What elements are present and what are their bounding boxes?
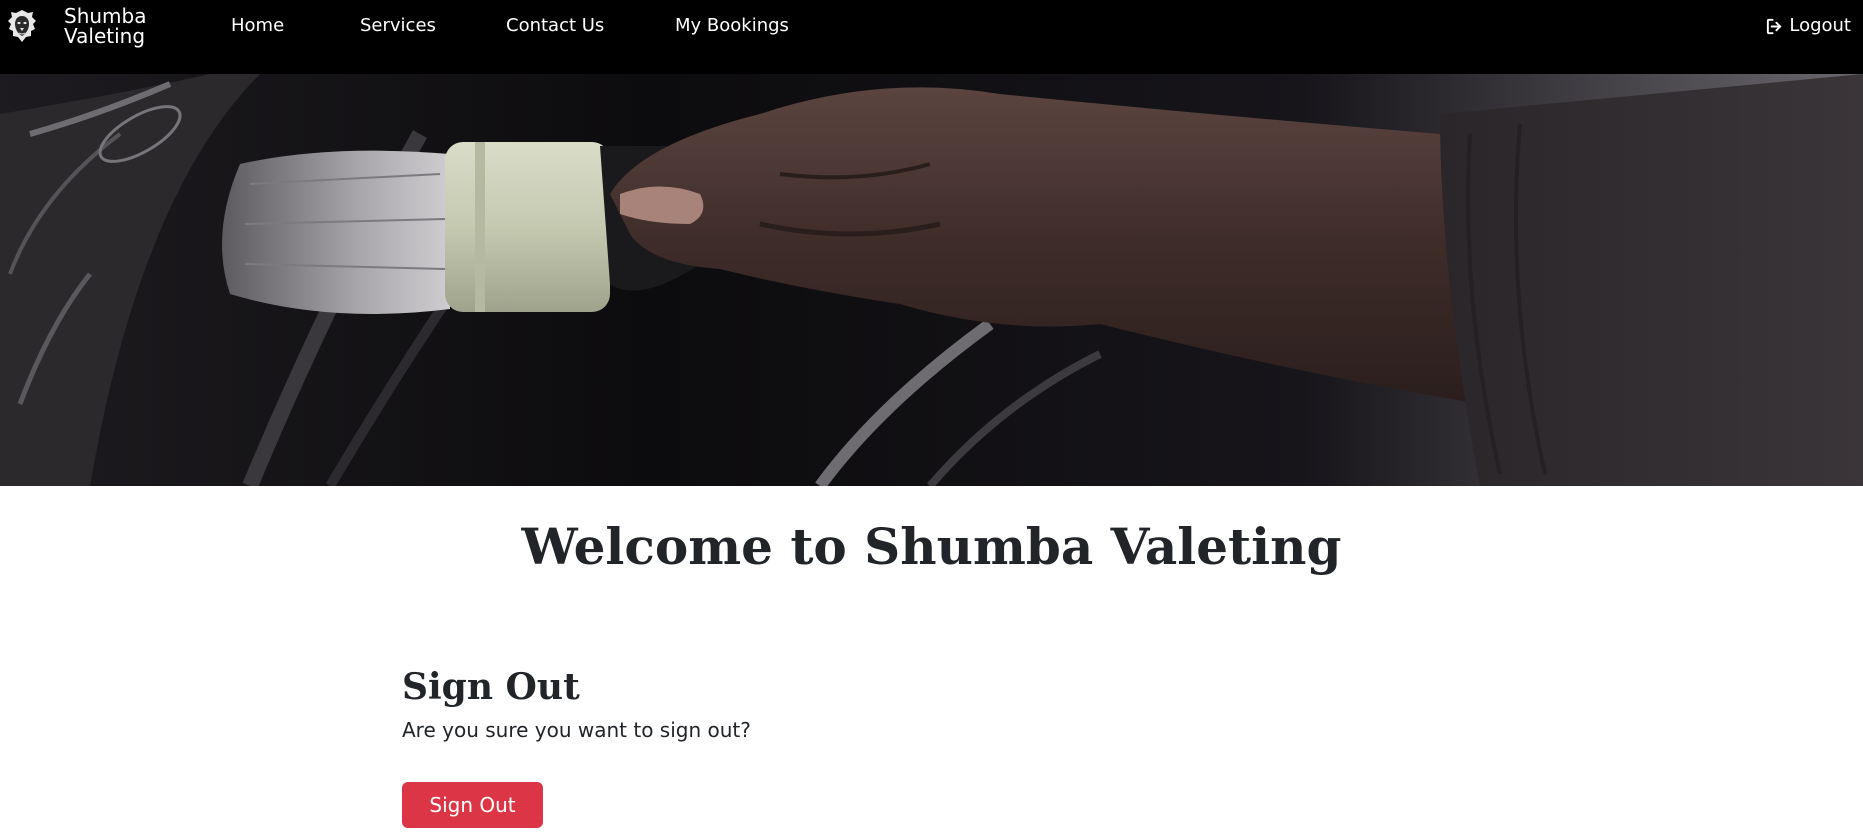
logout-icon (1765, 17, 1784, 36)
signout-title: Sign Out (402, 666, 580, 708)
nav-my-bookings[interactable]: My Bookings (675, 14, 789, 38)
nav-services[interactable]: Services (360, 14, 436, 38)
top-navbar: Shumba Valeting Home Services Contact Us… (0, 0, 1863, 74)
nav-contact-us[interactable]: Contact Us (506, 14, 604, 38)
logout-link[interactable]: Logout (1765, 14, 1851, 38)
welcome-heading: Welcome to Shumba Valeting (521, 517, 1342, 576)
nav-home[interactable]: Home (231, 14, 284, 38)
signout-section: Sign Out Are you sure you want to sign o… (402, 664, 1302, 828)
logout-label: Logout (1789, 15, 1851, 36)
sign-out-button[interactable]: Sign Out (402, 782, 543, 828)
lion-icon (6, 7, 38, 45)
brand-name: Shumba Valeting (64, 4, 147, 48)
hero-image (0, 74, 1863, 486)
signout-prompt: Are you sure you want to sign out? (402, 718, 751, 742)
brand[interactable]: Shumba Valeting (6, 6, 146, 46)
